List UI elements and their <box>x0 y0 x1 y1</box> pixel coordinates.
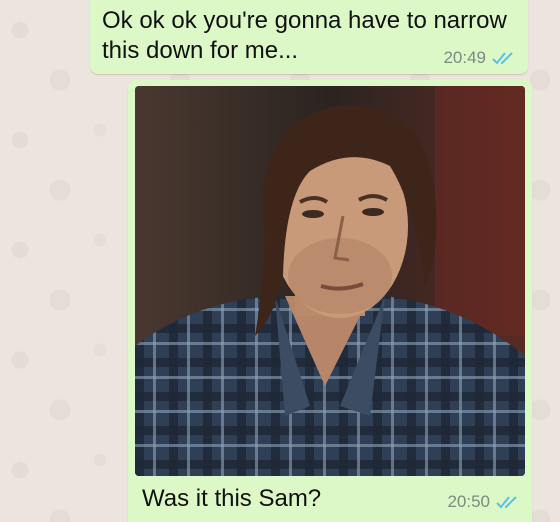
double-check-icon <box>496 496 517 509</box>
message-meta: 20:49 <box>443 48 518 68</box>
message-time: 20:50 <box>447 492 490 511</box>
double-check-icon <box>492 52 513 65</box>
image-message-bubble-outgoing[interactable]: Was it this Sam? 20:50 <box>128 80 532 522</box>
message-text: Was it this Sam? <box>142 485 322 512</box>
message-photo[interactable] <box>135 86 525 476</box>
message-time: 20:49 <box>443 48 486 67</box>
photo-image <box>135 86 525 476</box>
message-bubble-outgoing[interactable]: Ok ok ok you're gonna have to narrow thi… <box>90 0 528 74</box>
message-meta: 20:50 <box>447 492 522 512</box>
